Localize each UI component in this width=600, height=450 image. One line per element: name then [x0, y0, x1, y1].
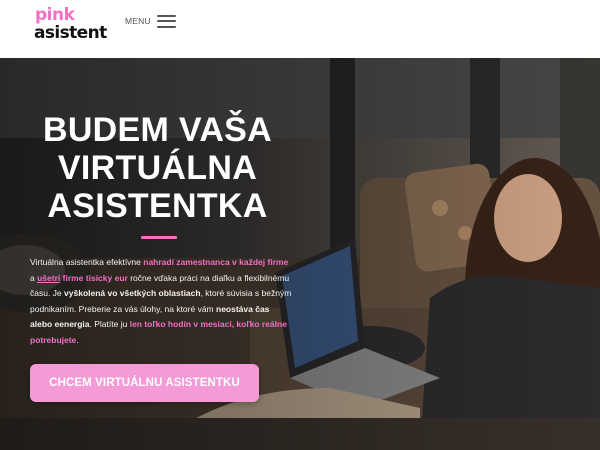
hero-text-segment: . Platíte ju	[89, 319, 130, 329]
hero-text-highlight: nahradí zamestnanca v každej firme	[143, 257, 289, 267]
logo-line-dark: asistent	[34, 23, 107, 43]
hero-title-line-2: VIRTUÁLNA	[57, 149, 258, 187]
title-divider	[141, 236, 177, 239]
menu-label: MENU	[125, 16, 151, 26]
logo-line-pink: pink	[35, 5, 75, 25]
hamburger-icon	[156, 14, 176, 28]
hero-section: BUDEM VAŠA VIRTUÁLNA ASISTENTKA Virtuáln…	[0, 58, 600, 450]
hero-text-segment: .	[76, 334, 79, 345]
hero-title: BUDEM VAŠA VIRTUÁLNA ASISTENTKA	[0, 111, 315, 225]
hero-title-line-3: ASISTENTKA	[47, 187, 268, 225]
hero-description: Virtuálna asistentka efektívne nahradí z…	[30, 255, 292, 348]
hero-text-bold: vyškolená vo všetkých oblastiach	[64, 288, 201, 298]
hero-text-highlight: firme tisícky eur	[62, 272, 128, 283]
cta-button[interactable]: CHCEM VIRTUÁLNU ASISTENTKU	[30, 364, 259, 402]
hero-title-line-1: BUDEM VAŠA	[42, 111, 273, 149]
menu-button[interactable]: MENU	[125, 12, 176, 30]
site-header: pink asistent MENU	[0, 0, 600, 58]
hero-text-highlight: ušetrí	[37, 272, 61, 283]
hero-text-segment: Virtuálna asistentka efektívne	[30, 257, 144, 267]
logo[interactable]: pink asistent	[34, 7, 114, 49]
